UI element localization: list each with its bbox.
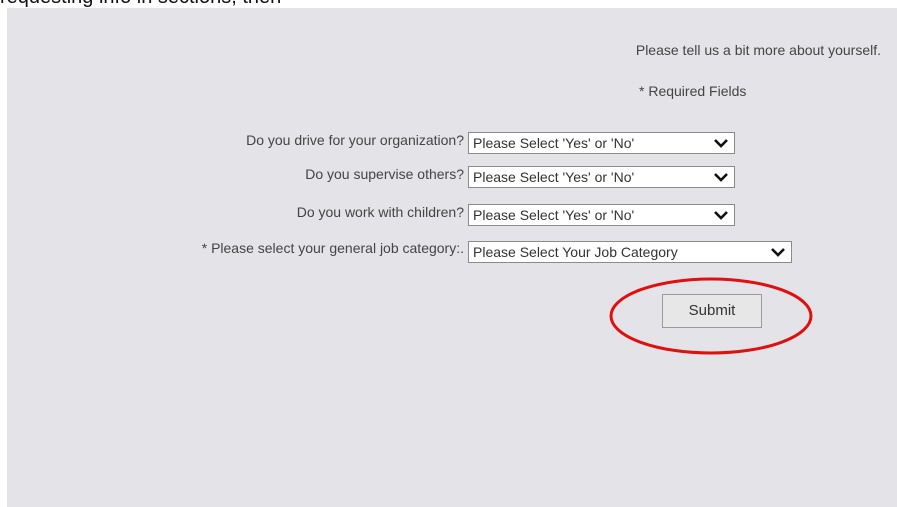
highlight-ellipse <box>609 277 813 355</box>
job-category-select-value: Please Select Your Job Category <box>473 244 678 260</box>
chevron-down-icon <box>770 243 786 266</box>
children-select[interactable]: Please Select 'Yes' or 'No' <box>468 204 735 226</box>
top-caption: requesting info in sections, then <box>0 0 281 8</box>
drive-select-value: Please Select 'Yes' or 'No' <box>473 135 635 151</box>
question-label-children: Do you work with children? <box>296 204 464 220</box>
chevron-down-icon <box>713 168 729 191</box>
job-category-select[interactable]: Please Select Your Job Category <box>468 241 792 263</box>
drive-select[interactable]: Please Select 'Yes' or 'No' <box>468 132 735 154</box>
question-label-drive: Do you drive for your organization? <box>246 132 464 148</box>
question-label-supervise: Do you supervise others? <box>305 166 464 182</box>
required-fields-note: * Required Fields <box>639 83 747 99</box>
supervise-select[interactable]: Please Select 'Yes' or 'No' <box>468 166 735 188</box>
intro-text: Please tell us a bit more about yourself… <box>635 42 881 58</box>
supervise-select-value: Please Select 'Yes' or 'No' <box>473 169 635 185</box>
children-select-value: Please Select 'Yes' or 'No' <box>473 207 635 223</box>
chevron-down-icon <box>713 206 729 229</box>
form-panel: Please tell us a bit more about yourself… <box>7 8 897 507</box>
question-label-job-category: * Please select your general job categor… <box>201 240 464 256</box>
chevron-down-icon <box>713 134 729 157</box>
